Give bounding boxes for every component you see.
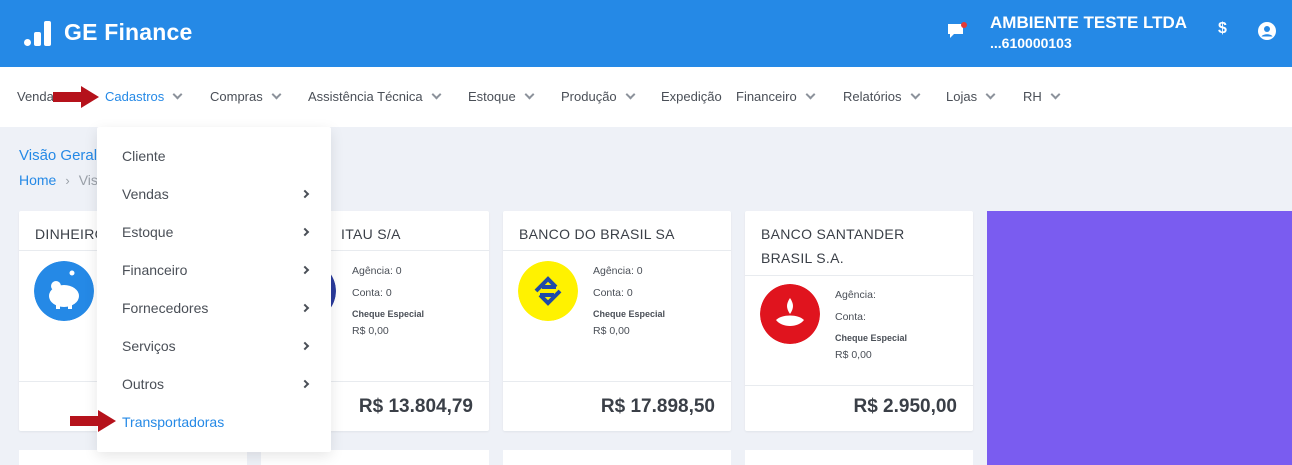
agency-label: Agência: 0 <box>352 265 402 277</box>
app-logo[interactable]: GE Finance <box>24 19 193 46</box>
annotation-arrow-icon <box>70 410 116 432</box>
overdraft-value: R$ 0,00 <box>593 325 630 337</box>
menu-compras[interactable]: Compras <box>210 89 282 104</box>
menu-lojas[interactable]: Lojas <box>946 89 996 104</box>
card-footer: R$ 17.898,50 <box>503 381 731 431</box>
chevron-right-icon <box>300 303 310 313</box>
company-name: AMBIENTE TESTE LTDA <box>990 13 1188 32</box>
chevron-right-icon <box>300 265 310 275</box>
overdraft-label: Cheque Especial <box>835 333 908 343</box>
dropdown-item-vendas[interactable]: Vendas <box>122 186 312 202</box>
chevron-down-icon <box>172 89 183 100</box>
dropdown-item-servicos[interactable]: Serviços <box>122 338 312 354</box>
agency-label: Agência: <box>835 289 876 301</box>
santander-logo-icon <box>760 284 820 344</box>
chevron-down-icon <box>910 89 920 100</box>
account-info: Agência: 0 Conta: 0 Cheque Especial R$ 0… <box>352 260 424 342</box>
menu-assistencia-tecnica[interactable]: Assistência Técnica <box>308 89 442 104</box>
chevron-right-icon <box>300 341 310 351</box>
agency-label: Agência: 0 <box>593 265 643 277</box>
menu-rh[interactable]: RH <box>1023 89 1061 104</box>
chevron-right-icon <box>300 379 310 389</box>
main-menu: Vendas Cadastros Compras Assistência Téc… <box>0 67 1292 127</box>
dropdown-item-financeiro[interactable]: Financeiro <box>122 262 312 278</box>
chevron-down-icon <box>271 89 282 100</box>
account-card-partial <box>503 450 731 465</box>
menu-financeiro[interactable]: Financeiro <box>736 89 816 104</box>
menu-estoque[interactable]: Estoque <box>468 89 535 104</box>
top-header: GE Finance AMBIENTE TESTE LTDA ...610000… <box>0 0 1292 67</box>
chevron-down-icon <box>625 89 636 100</box>
overdraft-value: R$ 0,00 <box>352 325 389 337</box>
menu-expedicao[interactable]: Expedição <box>661 89 722 104</box>
app-name: GE Finance <box>64 19 193 45</box>
account-label: Conta: 0 <box>352 287 392 299</box>
card-footer: R$ 2.950,00 <box>745 385 973 431</box>
cadastros-dropdown: Cliente Vendas Estoque Financeiro Fornec… <box>97 127 331 452</box>
account-balance: R$ 13.804,79 <box>358 396 473 417</box>
chat-notification-icon[interactable] <box>947 22 967 40</box>
account-card-banco-do-brasil[interactable]: BANCO DO BRASIL SA Agência: 0 Conta: 0 C… <box>503 211 731 431</box>
chevron-down-icon <box>524 89 535 100</box>
annotation-arrow-icon <box>53 86 99 108</box>
account-card-partial <box>745 450 973 465</box>
account-label: Conta: 0 <box>593 287 633 299</box>
breadcrumb-home[interactable]: Home <box>19 172 56 188</box>
page-title: Visão Geral <box>19 147 98 164</box>
logo-bars-icon <box>24 19 56 46</box>
company-id: ...610000103 <box>990 35 1072 51</box>
dropdown-item-fornecedores[interactable]: Fornecedores <box>122 300 312 316</box>
account-card-partial <box>261 450 489 465</box>
piggy-bank-icon <box>34 261 94 321</box>
chevron-right-icon: › <box>65 172 70 188</box>
account-card-santander[interactable]: BANCO SANTANDER BRASIL S.A. Agência: Con… <box>745 211 973 431</box>
dropdown-item-outros[interactable]: Outros <box>122 376 312 392</box>
chevron-down-icon <box>805 89 816 100</box>
account-label: Conta: <box>835 311 866 323</box>
account-info: Agência: 0 Conta: 0 Cheque Especial R$ 0… <box>593 260 665 342</box>
dropdown-item-cliente[interactable]: Cliente <box>122 148 312 164</box>
overdraft-value: R$ 0,00 <box>835 349 872 361</box>
chevron-down-icon <box>985 89 996 100</box>
chevron-down-icon <box>1050 89 1061 100</box>
dropdown-item-transportadoras[interactable]: Transportadoras <box>122 414 312 430</box>
account-name: BANCO SANTANDER BRASIL S.A. <box>745 211 973 276</box>
menu-relatorios[interactable]: Relatórios <box>843 89 920 104</box>
user-account-icon[interactable] <box>1258 22 1276 40</box>
summary-card <box>987 211 1292 465</box>
account-info: Agência: Conta: Cheque Especial R$ 0,00 <box>835 284 907 366</box>
account-balance: R$ 17.898,50 <box>600 396 715 417</box>
chevron-right-icon <box>300 227 310 237</box>
company-selector[interactable]: AMBIENTE TESTE LTDA ...610000103 <box>990 13 1187 53</box>
overdraft-label: Cheque Especial <box>352 309 425 319</box>
menu-producao[interactable]: Produção <box>561 89 636 104</box>
banco-do-brasil-logo-icon <box>518 261 578 321</box>
account-balance: R$ 2.950,00 <box>853 396 957 417</box>
dollar-icon[interactable]: $ <box>1218 20 1227 38</box>
account-name: BANCO DO BRASIL SA <box>503 211 731 251</box>
chevron-right-icon <box>300 189 310 199</box>
overdraft-label: Cheque Especial <box>593 309 666 319</box>
menu-cadastros[interactable]: Cadastros <box>105 89 183 104</box>
account-card-partial <box>19 450 247 465</box>
chevron-down-icon <box>431 89 442 100</box>
dropdown-item-estoque[interactable]: Estoque <box>122 224 312 240</box>
